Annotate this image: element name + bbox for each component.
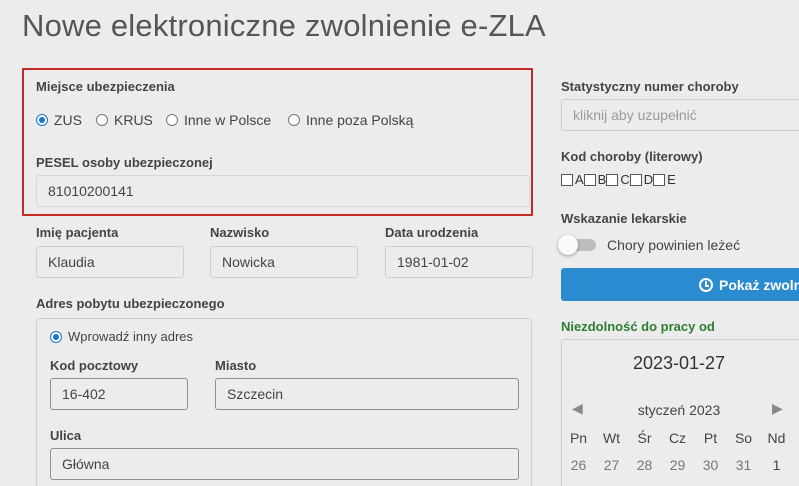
calendar-day[interactable]: 31: [727, 457, 760, 473]
checkbox-icon: [583, 173, 596, 186]
radio-label: Wprowadź inny adres: [68, 329, 193, 344]
stat-number-placeholder: kliknij aby uzupełnić: [573, 107, 697, 123]
pesel-label: PESEL osoby ubezpieczonej: [36, 155, 213, 170]
show-leave-button[interactable]: Pokaż zwolni: [561, 268, 799, 301]
calendar-day[interactable]: 28: [628, 457, 661, 473]
birth-date-label: Data urodzenia: [385, 225, 479, 240]
postal-label: Kod pocztowy: [50, 358, 139, 373]
checkbox-b[interactable]: B: [583, 172, 607, 187]
checkbox-label: A: [575, 172, 584, 187]
address-label: Adres pobytu ubezpieczonego: [36, 296, 225, 311]
stat-number-label: Statystyczny numer choroby: [561, 79, 739, 94]
radio-other-address[interactable]: Wprowadź inny adres: [50, 329, 193, 344]
weekday: Pn: [569, 430, 588, 446]
weekday: Cz: [668, 430, 687, 446]
radio-label: ZUS: [54, 112, 82, 128]
radio-label: Inne w Polsce: [184, 112, 272, 128]
street-field[interactable]: Główna: [50, 448, 519, 480]
disease-letters: A B C D E: [561, 172, 676, 187]
incapacity-label: Niezdolność do pracy od: [561, 319, 715, 334]
stat-number-field[interactable]: kliknij aby uzupełnić: [561, 99, 799, 131]
show-leave-button-label: Pokaż zwolni: [719, 276, 799, 293]
calendar-week: 26 27 28 29 30 31 1: [562, 457, 793, 473]
checkbox-label: D: [643, 172, 654, 187]
radio-zus[interactable]: ZUS: [36, 112, 82, 128]
weekday: Pt: [703, 430, 718, 446]
radio-icon: [166, 114, 178, 126]
city-label: Miasto: [215, 358, 257, 373]
birth-date-field[interactable]: 1981-01-02: [385, 246, 533, 278]
checkbox-d[interactable]: D: [629, 172, 654, 187]
radio-icon: [96, 114, 108, 126]
checkbox-icon: [629, 173, 642, 186]
weekday: Śr: [637, 430, 652, 446]
month-label: styczeń 2023: [637, 402, 721, 418]
radio-checked-icon: [50, 330, 62, 343]
pesel-field[interactable]: 81010200141: [36, 175, 530, 207]
checkbox-icon: [606, 173, 619, 186]
weekday-header: Pn Wt Śr Cz Pt So Nd: [562, 430, 793, 446]
toggle-knob: [558, 235, 578, 255]
checkbox-icon: [653, 173, 666, 186]
city-field[interactable]: Szczecin: [215, 378, 519, 410]
checkbox-icon: [561, 173, 573, 186]
disease-code-label: Kod choroby (literowy): [561, 149, 703, 164]
radio-label: KRUS: [114, 112, 153, 128]
radio-inne-w-polsce[interactable]: Inne w Polsce: [166, 112, 271, 128]
checkbox-e[interactable]: E: [653, 172, 676, 187]
radio-icon: [288, 114, 300, 126]
calendar-day[interactable]: 1: [760, 457, 793, 473]
clock-icon: [699, 277, 713, 292]
radio-checked-icon: [36, 114, 48, 126]
radio-label: Inne poza Polską: [306, 112, 414, 128]
first-name-field[interactable]: Klaudia: [36, 246, 184, 278]
selected-date: 2023-01-27: [632, 353, 726, 373]
last-name-field[interactable]: Nowicka: [210, 246, 358, 278]
weekday: Wt: [602, 430, 621, 446]
checkbox-label: C: [620, 172, 630, 187]
checkbox-label: E: [667, 172, 676, 187]
radio-inne-poza-polska[interactable]: Inne poza Polską: [288, 112, 413, 128]
calendar-day[interactable]: 27: [595, 457, 628, 473]
street-label: Ulica: [50, 428, 82, 443]
radio-krus[interactable]: KRUS: [96, 112, 153, 128]
bed-rest-label: Chory powinien leżeć: [607, 237, 741, 253]
postal-field[interactable]: 16-402: [50, 378, 188, 410]
calendar-day[interactable]: 30: [694, 457, 727, 473]
indication-label: Wskazanie lekarskie: [561, 211, 687, 226]
checkbox-a[interactable]: A: [561, 172, 584, 187]
page-title: Nowe elektroniczne zwolnienie e-ZLA: [22, 8, 546, 43]
insurance-label: Miejsce ubezpieczenia: [36, 79, 175, 94]
bed-rest-toggle[interactable]: [558, 235, 598, 255]
next-month-icon[interactable]: ▶: [772, 400, 783, 417]
calendar-day[interactable]: 26: [562, 457, 595, 473]
weekday: So: [734, 430, 753, 446]
calendar-day[interactable]: 29: [661, 457, 694, 473]
date-picker: 2023-01-27 ◀ styczeń 2023 ▶ Pn Wt Śr Cz …: [561, 339, 799, 486]
weekday: Nd: [767, 430, 786, 446]
checkbox-label: B: [597, 172, 607, 187]
first-name-label: Imię pacjenta: [36, 225, 119, 240]
last-name-label: Nazwisko: [210, 225, 270, 240]
checkbox-c[interactable]: C: [606, 172, 630, 187]
